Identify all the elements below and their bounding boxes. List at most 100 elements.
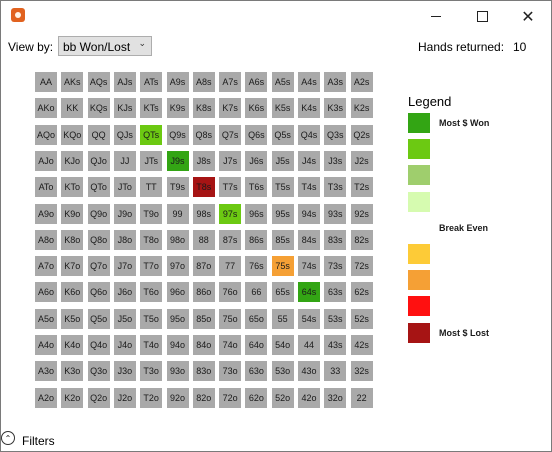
hand-cell[interactable]: 95s	[271, 203, 294, 224]
hand-cell[interactable]: T5s	[271, 177, 294, 198]
hand-cell[interactable]: ATs	[140, 72, 163, 92]
hand-cell[interactable]: 97s	[219, 203, 242, 224]
hand-cell[interactable]: J5o	[113, 308, 136, 329]
hand-cell[interactable]: 83s	[324, 229, 347, 250]
hand-cell[interactable]: 22	[350, 387, 373, 408]
hand-cell[interactable]: A2o	[35, 387, 57, 408]
hand-cell[interactable]: K2s	[350, 98, 373, 119]
hand-cell[interactable]: 64o	[245, 335, 268, 355]
hand-cell[interactable]: 85s	[271, 229, 294, 250]
hand-cell[interactable]: 86s	[245, 229, 268, 250]
hand-cell[interactable]: Q6s	[245, 124, 268, 145]
hand-cell[interactable]: 93s	[324, 203, 347, 224]
hand-cell[interactable]: 88	[192, 229, 215, 250]
close-button[interactable]: ✕	[505, 1, 551, 32]
view-by-dropdown[interactable]: bb Won/Lost ⌄	[58, 36, 152, 56]
hand-cell[interactable]: AJs	[113, 72, 136, 92]
hand-cell[interactable]: K9o	[61, 203, 84, 224]
hand-cell[interactable]: AA	[35, 72, 57, 92]
hand-cell[interactable]: 75s	[271, 256, 294, 277]
hand-cell[interactable]: 97o	[166, 256, 189, 277]
hand-cell[interactable]: A5s	[271, 72, 294, 92]
hand-cell[interactable]: QJo	[87, 150, 110, 171]
hand-cell[interactable]: K3s	[324, 98, 347, 119]
hand-cell[interactable]: J7s	[219, 150, 242, 171]
hand-cell[interactable]: A7o	[35, 256, 57, 277]
hand-cell[interactable]: T2o	[140, 387, 163, 408]
hand-cell[interactable]: KJo	[61, 150, 84, 171]
hand-cell[interactable]: T7s	[219, 177, 242, 198]
hand-cell[interactable]: T2s	[350, 177, 373, 198]
hand-cell[interactable]: 93o	[166, 361, 189, 382]
hand-cell[interactable]: Q5o	[87, 308, 110, 329]
hand-cell[interactable]: 87s	[219, 229, 242, 250]
hand-cell[interactable]: 73s	[324, 256, 347, 277]
hand-cell[interactable]: Q2o	[87, 387, 110, 408]
hand-cell[interactable]: J3o	[113, 361, 136, 382]
hand-cell[interactable]: 96o	[166, 282, 189, 303]
hand-cell[interactable]: A5o	[35, 308, 57, 329]
hand-cell[interactable]: T8s	[192, 177, 215, 198]
hand-cell[interactable]: 62o	[245, 387, 268, 408]
hand-cell[interactable]: 32s	[350, 361, 373, 382]
hand-cell[interactable]: K4s	[298, 98, 320, 119]
hand-cell[interactable]: KJs	[113, 98, 136, 119]
hand-cell[interactable]: Q8o	[87, 229, 110, 250]
hand-cell[interactable]: 53o	[271, 361, 294, 382]
hand-cell[interactable]: K8s	[192, 98, 215, 119]
hand-cell[interactable]: A6s	[245, 72, 268, 92]
hand-cell[interactable]: 72o	[219, 387, 242, 408]
hand-cell[interactable]: K3o	[61, 361, 84, 382]
hand-cell[interactable]: 99	[166, 203, 189, 224]
hand-cell[interactable]: 65o	[245, 308, 268, 329]
hand-cell[interactable]: Q9s	[166, 124, 189, 145]
hand-cell[interactable]: JJ	[113, 150, 136, 171]
hand-cell[interactable]: KQs	[87, 98, 110, 119]
hand-cell[interactable]: 42o	[298, 387, 320, 408]
hand-cell[interactable]: K6o	[61, 282, 84, 303]
hand-cell[interactable]: J9s	[166, 150, 189, 171]
hand-cell[interactable]: 92s	[350, 203, 373, 224]
hand-cell[interactable]: T6o	[140, 282, 163, 303]
hand-cell[interactable]: J6s	[245, 150, 268, 171]
hand-cell[interactable]: Q3s	[324, 124, 347, 145]
hand-cell[interactable]: TT	[140, 177, 163, 198]
hand-cell[interactable]: 66	[245, 282, 268, 303]
hand-cell[interactable]: 82s	[350, 229, 373, 250]
hand-cell[interactable]: Q3o	[87, 361, 110, 382]
hand-cell[interactable]: 54o	[271, 335, 294, 355]
chevron-up-icon[interactable]: ⌃	[1, 431, 15, 445]
hand-cell[interactable]: A4o	[35, 335, 57, 355]
hand-cell[interactable]: 96s	[245, 203, 268, 224]
hand-cell[interactable]: QTo	[87, 177, 110, 198]
minimize-button[interactable]	[413, 1, 459, 32]
hand-cell[interactable]: Q7s	[219, 124, 242, 145]
hand-cell[interactable]: KTo	[61, 177, 84, 198]
hand-cell[interactable]: 44	[298, 335, 320, 355]
hand-cell[interactable]: KK	[61, 98, 84, 119]
hand-cell[interactable]: 32o	[324, 387, 347, 408]
hand-cell[interactable]: T3o	[140, 361, 163, 382]
hand-cell[interactable]: 86o	[192, 282, 215, 303]
hand-cell[interactable]: QTs	[140, 124, 163, 145]
hand-cell[interactable]: KTs	[140, 98, 163, 119]
hand-cell[interactable]: 95o	[166, 308, 189, 329]
hand-cell[interactable]: T4s	[298, 177, 320, 198]
hand-cell[interactable]: J4s	[298, 150, 320, 171]
hand-cell[interactable]: 94o	[166, 335, 189, 355]
hand-cell[interactable]: T3s	[324, 177, 347, 198]
hand-cell[interactable]: T8o	[140, 229, 163, 250]
hand-cell[interactable]: A4s	[298, 72, 320, 92]
hand-cell[interactable]: A7s	[219, 72, 242, 92]
hand-cell[interactable]: T4o	[140, 335, 163, 355]
hand-cell[interactable]: 33	[324, 361, 347, 382]
hand-cell[interactable]: K2o	[61, 387, 84, 408]
hand-cell[interactable]: 65s	[271, 282, 294, 303]
hand-cell[interactable]: AKo	[35, 98, 57, 119]
hand-cell[interactable]: K6s	[245, 98, 268, 119]
hand-cell[interactable]: T6s	[245, 177, 268, 198]
hand-cell[interactable]: 43s	[324, 335, 347, 355]
hand-cell[interactable]: Q4o	[87, 335, 110, 355]
hand-cell[interactable]: K8o	[61, 229, 84, 250]
hand-cell[interactable]: J3s	[324, 150, 347, 171]
